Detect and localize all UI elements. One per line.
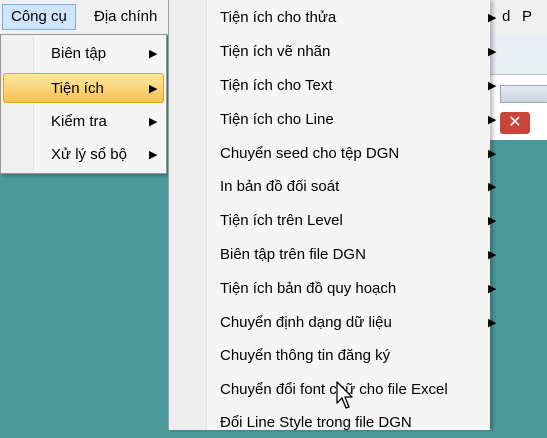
menu-item-chuyen-doi-font-excel[interactable]: Chuyển đổi font chữ cho file Excel bbox=[169, 375, 490, 405]
chevron-right-icon: ▶ bbox=[488, 181, 497, 193]
menu-cong-cu[interactable]: Công cụ bbox=[2, 4, 76, 30]
menu-item-label: Tiện ích bbox=[51, 80, 104, 97]
menu-item-doi-line-style[interactable]: Đổi Line Style trong file DGN bbox=[169, 408, 490, 438]
menu-item-label: Tiện ích cho thửa bbox=[220, 9, 337, 26]
menu-dia-chinh[interactable]: Địa chính bbox=[86, 4, 165, 30]
menu-item-label: Chuyển seed cho tệp DGN bbox=[220, 145, 400, 162]
dropdown-tien-ich: Tiện ích cho thửa ▶ Tiện ích vẽ nhãn ▶ T… bbox=[168, 0, 496, 431]
menu-item-chuyen-dinh-dang[interactable]: Chuyển định dạng dữ liệu ▶ bbox=[169, 308, 496, 338]
menu-item-tien-ich-cho-line[interactable]: Tiện ích cho Line ▶ bbox=[169, 105, 496, 135]
menu-item-label: Chuyển thông tin đăng ký bbox=[220, 347, 391, 364]
menu-item-bien-tap[interactable]: Biên tập ▶ bbox=[3, 39, 164, 69]
dropdown-cong-cu: Biên tập ▶ Tiện ích ▶ Kiểm tra ▶ Xử lý s… bbox=[0, 34, 167, 174]
menu-item-label: Tiện ích trên Level bbox=[220, 212, 343, 229]
menu-item-tien-ich[interactable]: Tiện ích ▶ bbox=[3, 73, 164, 103]
menu-partial-p[interactable]: P bbox=[522, 4, 532, 30]
menu-partial-d[interactable]: d bbox=[502, 4, 510, 30]
chevron-right-icon: ▶ bbox=[488, 12, 497, 24]
chevron-right-icon: ▶ bbox=[488, 283, 497, 295]
menu-item-chuyen-seed[interactable]: Chuyển seed cho tệp DGN ▶ bbox=[169, 139, 496, 169]
chevron-right-icon: ▶ bbox=[488, 46, 497, 58]
close-icon[interactable]: ✕ bbox=[500, 112, 530, 134]
chevron-right-icon: ▶ bbox=[149, 116, 158, 128]
menu-item-tien-ich-ve-nhan[interactable]: Tiện ích vẽ nhãn ▶ bbox=[169, 37, 496, 67]
menu-item-xu-ly-so-bo[interactable]: Xử lý sổ bộ ▶ bbox=[3, 140, 164, 170]
chevron-right-icon: ▶ bbox=[488, 249, 497, 261]
app-toolbar bbox=[490, 34, 547, 75]
menu-item-label: Chuyển định dạng dữ liệu bbox=[220, 314, 392, 331]
menu-item-tien-ich-cho-text[interactable]: Tiện ích cho Text ▶ bbox=[169, 71, 496, 101]
menu-item-label: Tiện ích vẽ nhãn bbox=[220, 43, 331, 60]
menu-item-label: Tiện ích cho Text bbox=[220, 77, 333, 94]
chevron-right-icon: ▶ bbox=[488, 148, 497, 160]
chevron-right-icon: ▶ bbox=[149, 83, 158, 95]
menu-item-in-ban-do-doi-soat[interactable]: In bản đồ đối soát ▶ bbox=[169, 172, 496, 202]
chevron-right-icon: ▶ bbox=[488, 114, 497, 126]
chevron-right-icon: ▶ bbox=[149, 48, 158, 60]
workspace-area bbox=[490, 140, 547, 430]
menu-item-label: Chuyển đổi font chữ cho file Excel bbox=[220, 381, 448, 398]
chevron-right-icon: ▶ bbox=[488, 80, 497, 92]
menu-item-tien-ich-cho-thua[interactable]: Tiện ích cho thửa ▶ bbox=[169, 3, 496, 33]
chevron-right-icon: ▶ bbox=[149, 149, 158, 161]
menu-item-label: Tiện ích bản đồ quy hoạch bbox=[220, 280, 397, 297]
menu-item-bien-tap-file-dgn[interactable]: Biên tập trên file DGN ▶ bbox=[169, 240, 496, 270]
menu-item-tien-ich-ban-do-quy-hoach[interactable]: Tiện ích bản đồ quy hoạch ▶ bbox=[169, 274, 496, 304]
menu-item-label: Xử lý sổ bộ bbox=[51, 146, 127, 163]
menu-item-label: Đổi Line Style trong file DGN bbox=[220, 414, 412, 431]
chevron-right-icon: ▶ bbox=[488, 317, 497, 329]
menu-item-label: Biên tập trên file DGN bbox=[220, 246, 366, 263]
chevron-right-icon: ▶ bbox=[488, 215, 497, 227]
mouse-pointer-icon bbox=[336, 381, 353, 409]
menu-item-chuyen-thong-tin-dang-ky[interactable]: Chuyển thông tin đăng ký bbox=[169, 341, 490, 371]
menu-item-label: Kiểm tra bbox=[51, 113, 107, 130]
menu-item-kiem-tra[interactable]: Kiểm tra ▶ bbox=[3, 107, 164, 137]
menu-item-tien-ich-tren-level[interactable]: Tiện ích trên Level ▶ bbox=[169, 206, 496, 236]
app-tab-strip bbox=[500, 85, 547, 103]
menu-item-label: Tiện ích cho Line bbox=[220, 111, 334, 128]
menu-item-label: In bản đồ đối soát bbox=[220, 178, 340, 195]
menu-item-label: Biên tập bbox=[51, 45, 107, 62]
